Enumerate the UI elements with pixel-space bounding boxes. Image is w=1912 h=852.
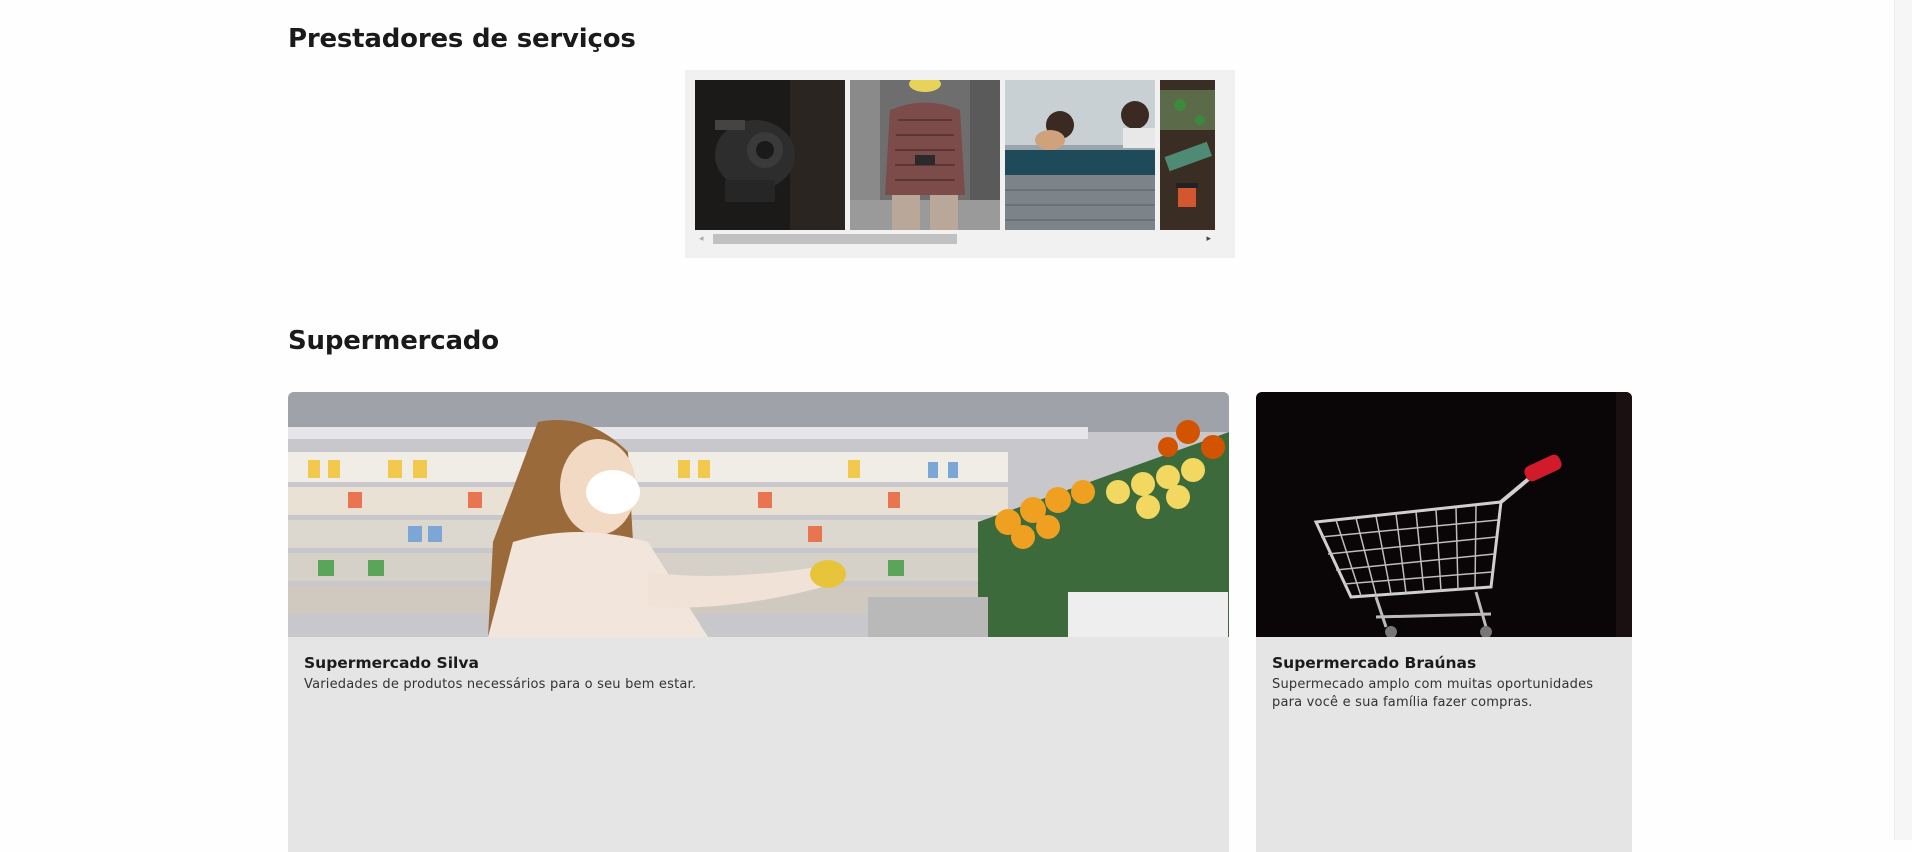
providers-carousel[interactable]: ◂ ▸: [685, 70, 1235, 258]
provider-thumb-counter[interactable]: [1005, 80, 1155, 230]
supermarket-card-braunas[interactable]: Supermercado Braúnas Supermecado amplo c…: [1256, 392, 1632, 852]
card-description: Variedades de produtos necessários para …: [304, 677, 697, 692]
scroll-right-icon[interactable]: ▸: [1206, 234, 1211, 244]
supermarket-braunas-image: [1256, 392, 1632, 637]
card-title: Supermercado Silva: [304, 654, 479, 672]
carousel-scroll-thumb[interactable]: [713, 234, 957, 244]
supermarket-silva-image: [288, 392, 1229, 637]
provider-thumb-plants[interactable]: [1160, 80, 1215, 230]
scroll-left-icon[interactable]: ◂: [699, 234, 704, 244]
page-scrollbar[interactable]: [1894, 0, 1912, 840]
supermarket-card-silva[interactable]: Supermercado Silva Variedades de produto…: [288, 392, 1229, 852]
carousel-track[interactable]: [695, 80, 1215, 230]
provider-thumb-camera[interactable]: [695, 80, 845, 230]
supermarket-section-title: Supermercado: [288, 326, 499, 356]
providers-section-title: Prestadores de serviços: [288, 24, 636, 54]
card-title: Supermercado Braúnas: [1272, 654, 1477, 672]
card-description: Supermecado amplo com muitas oportunidad…: [1272, 677, 1594, 710]
provider-thumb-man-phone[interactable]: [850, 80, 1000, 230]
carousel-scrollbar[interactable]: ◂ ▸: [695, 232, 1215, 246]
